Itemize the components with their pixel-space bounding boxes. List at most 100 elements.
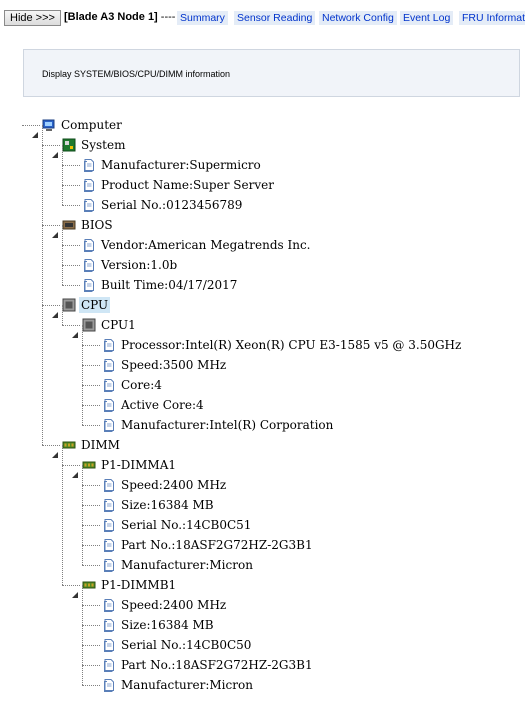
dimma1-item-4[interactable]: Manufacturer:Micron: [102, 555, 255, 575]
dimmb1-item-3-label: Part No.:18ASF2G72HZ-2G3B1: [121, 658, 313, 672]
bios-item-2-label: Built Time:04/17/2017: [101, 278, 238, 292]
tree-connector: [82, 565, 100, 566]
collapse-arrow-icon[interactable]: [52, 223, 58, 238]
tree-node-cpu[interactable]: CPU: [62, 295, 111, 315]
tree-node-system[interactable]: System: [62, 135, 127, 155]
dimmb1-item-1-label: Size:16384 MB: [121, 618, 214, 632]
document-icon: [102, 638, 116, 652]
system-item-2-label: Serial No.:0123456789: [101, 198, 243, 212]
tree-connector: [82, 365, 100, 366]
tree-node-computer-label: Computer: [61, 118, 122, 132]
dimmb1-item-0[interactable]: Speed:2400 MHz: [102, 595, 228, 615]
tree-node-system-label: System: [81, 138, 126, 152]
document-icon: [102, 378, 116, 392]
dimma1-item-4-label: Manufacturer:Micron: [121, 558, 253, 572]
cpu1-item-0[interactable]: Processor:Intel(R) Xeon(R) CPU E3-1585 v…: [102, 335, 463, 355]
system-item-2[interactable]: Serial No.:0123456789: [82, 195, 244, 215]
cpu1-item-4-label: Manufacturer:Intel(R) Corporation: [121, 418, 334, 432]
dimmb1-item-1[interactable]: Size:16384 MB: [102, 615, 216, 635]
collapse-arrow-icon[interactable]: [52, 143, 58, 158]
document-icon: [82, 198, 96, 212]
document-icon: [102, 358, 116, 372]
document-icon: [82, 238, 96, 252]
bios-item-1-label: Version:1.0b: [101, 258, 178, 272]
collapse-arrow-icon[interactable]: [72, 323, 78, 338]
collapse-arrow-icon[interactable]: [72, 463, 78, 478]
system-item-1[interactable]: Product Name:Super Server: [82, 175, 276, 195]
document-icon: [102, 658, 116, 672]
dimma1-item-3-label: Part No.:18ASF2G72HZ-2G3B1: [121, 538, 313, 552]
tree-node-cpu1[interactable]: CPU1: [82, 315, 138, 335]
bios-item-0[interactable]: Vendor:American Megatrends Inc.: [82, 235, 313, 255]
hardware-tree: Computer System Manufacturer:Supermicro Pro…: [0, 0, 525, 707]
system-item-0-label: Manufacturer:Supermicro: [101, 158, 261, 172]
tree-connector: [82, 685, 100, 686]
tree-node-bios-label: BIOS: [81, 218, 113, 232]
tree-node-computer[interactable]: Computer: [42, 115, 124, 135]
tree-connector: [82, 585, 83, 685]
tree-node-p1-dimmb1-label: P1-DIMMB1: [101, 578, 177, 592]
tree-connector: [82, 645, 100, 646]
memory-icon: [82, 578, 96, 592]
document-icon: [102, 678, 116, 692]
collapse-arrow-icon[interactable]: [72, 583, 78, 598]
collapse-arrow-icon[interactable]: [52, 303, 58, 318]
system-item-1-label: Product Name:Super Server: [101, 178, 274, 192]
processor-icon: [82, 318, 96, 332]
dimma1-item-3[interactable]: Part No.:18ASF2G72HZ-2G3B1: [102, 535, 315, 555]
tree-node-p1-dimmb1[interactable]: P1-DIMMB1: [82, 575, 178, 595]
tree-node-dimm-label: DIMM: [81, 438, 120, 452]
dimmb1-item-2[interactable]: Serial No.:14CB0C50: [102, 635, 253, 655]
cpu1-item-2-label: Core:4: [121, 378, 162, 392]
tree-node-p1-dimma1-label: P1-DIMMA1: [101, 458, 176, 472]
bios-item-2[interactable]: Built Time:04/17/2017: [82, 275, 239, 295]
motherboard-icon: [62, 138, 76, 152]
tree-connector: [82, 625, 100, 626]
document-icon: [102, 418, 116, 432]
document-icon: [82, 258, 96, 272]
dimma1-item-1[interactable]: Size:16384 MB: [102, 495, 216, 515]
memory-icon: [82, 458, 96, 472]
tree-node-p1-dimma1[interactable]: P1-DIMMA1: [82, 455, 178, 475]
tree-node-cpu1-label: CPU1: [101, 318, 136, 332]
tree-connector: [42, 125, 43, 445]
dimmb1-item-4[interactable]: Manufacturer:Micron: [102, 675, 255, 695]
document-icon: [82, 158, 96, 172]
dimmb1-item-3[interactable]: Part No.:18ASF2G72HZ-2G3B1: [102, 655, 315, 675]
tree-connector: [82, 665, 100, 666]
cpu1-item-1[interactable]: Speed:3500 MHz: [102, 355, 228, 375]
dimma1-item-2-label: Serial No.:14CB0C51: [121, 518, 252, 532]
document-icon: [102, 618, 116, 632]
processor-icon: [62, 298, 76, 312]
dimma1-item-1-label: Size:16384 MB: [121, 498, 214, 512]
bios-item-0-label: Vendor:American Megatrends Inc.: [101, 238, 311, 252]
collapse-arrow-icon[interactable]: [52, 443, 58, 458]
tree-connector: [62, 205, 80, 206]
document-icon: [82, 178, 96, 192]
tree-node-bios[interactable]: BIOS: [62, 215, 115, 235]
document-icon: [102, 398, 116, 412]
tree-node-cpu-label: CPU: [79, 297, 111, 313]
dimma1-item-2[interactable]: Serial No.:14CB0C51: [102, 515, 253, 535]
collapse-arrow-icon[interactable]: [32, 123, 38, 138]
document-icon: [102, 518, 116, 532]
cpu1-item-3[interactable]: Active Core:4: [102, 395, 206, 415]
tree-connector: [82, 525, 100, 526]
document-icon: [102, 598, 116, 612]
bios-item-1[interactable]: Version:1.0b: [82, 255, 179, 275]
cpu1-item-4[interactable]: Manufacturer:Intel(R) Corporation: [102, 415, 335, 435]
tree-node-dimm[interactable]: DIMM: [62, 435, 122, 455]
document-icon: [82, 278, 96, 292]
tree-connector: [62, 305, 63, 325]
tree-connector: [62, 225, 63, 285]
cpu1-item-1-label: Speed:3500 MHz: [121, 358, 227, 372]
tree-connector: [82, 505, 100, 506]
cpu1-item-2[interactable]: Core:4: [102, 375, 164, 395]
document-icon: [102, 538, 116, 552]
dimma1-item-0[interactable]: Speed:2400 MHz: [102, 475, 228, 495]
tree-connector: [82, 385, 100, 386]
system-item-0[interactable]: Manufacturer:Supermicro: [82, 155, 263, 175]
dimmb1-item-2-label: Serial No.:14CB0C50: [121, 638, 252, 652]
document-icon: [102, 338, 116, 352]
dimmb1-item-4-label: Manufacturer:Micron: [121, 678, 253, 692]
